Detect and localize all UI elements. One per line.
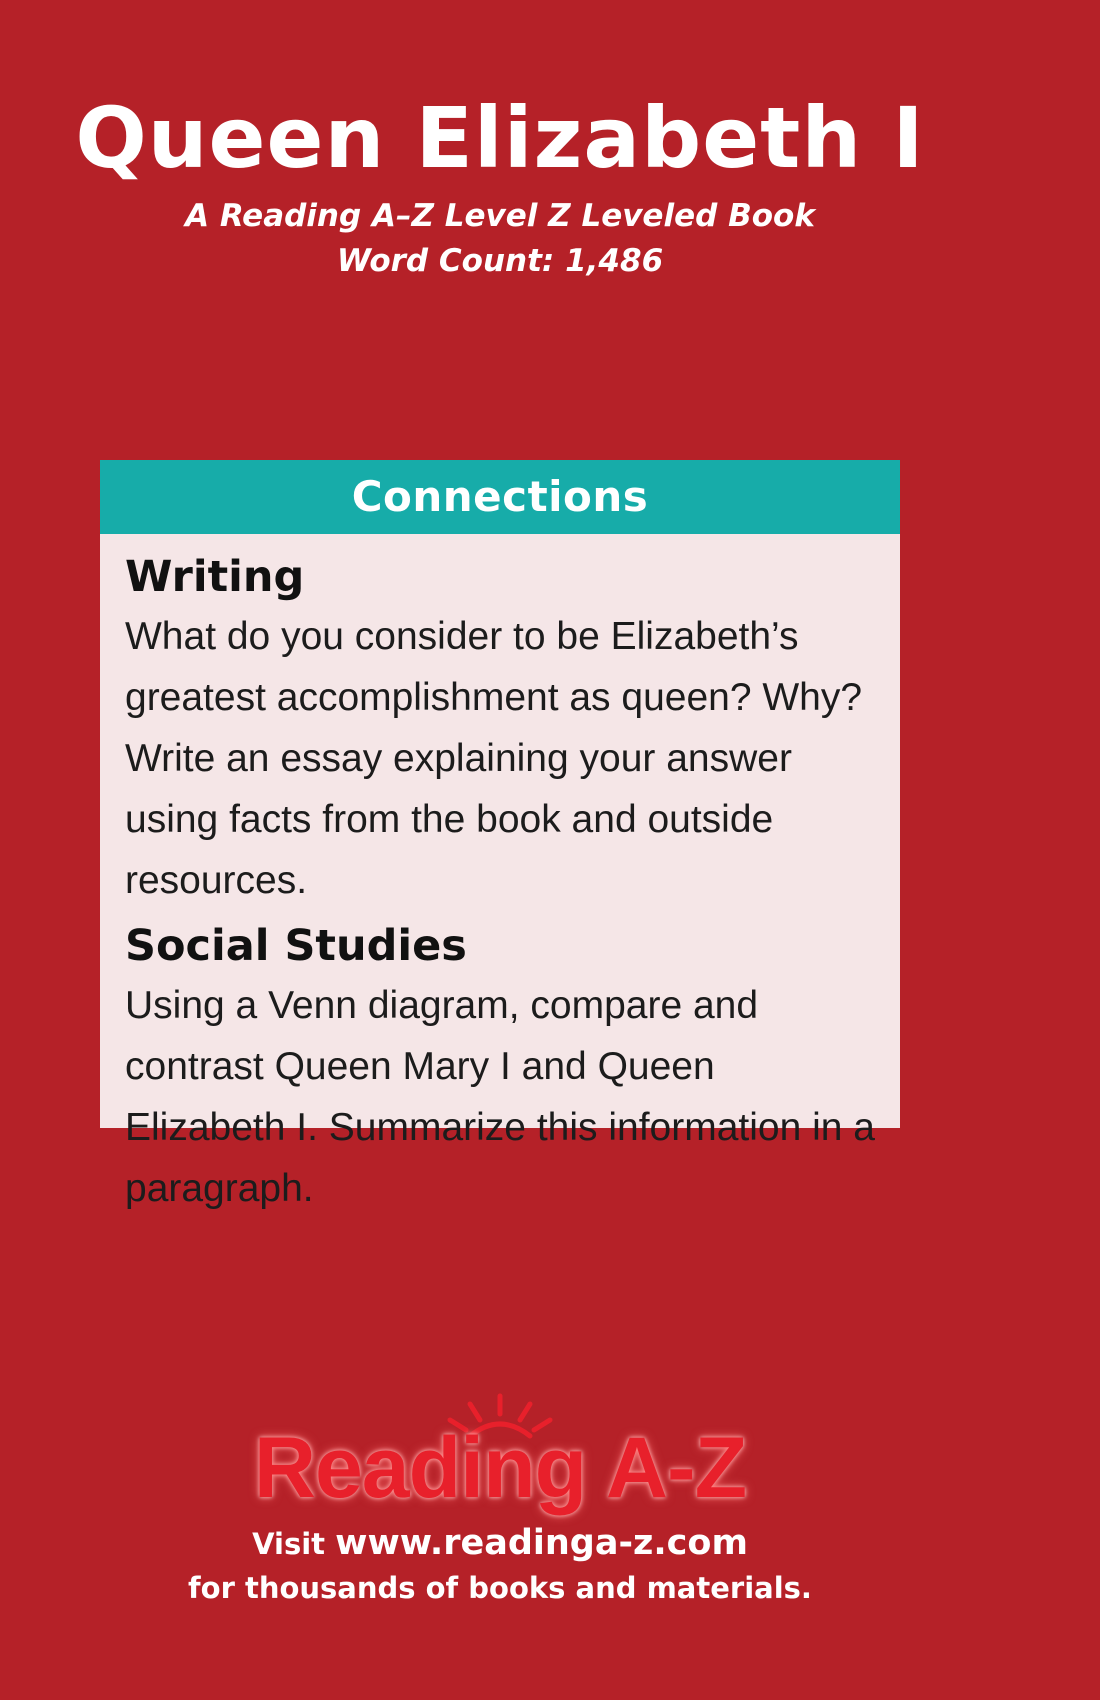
writing-title: Writing [125,552,305,602]
book-title: Queen Elizabeth I [75,89,925,187]
footer-tagline: for thousands of books and materials. [188,1571,812,1605]
connections-body: Writing What do you consider to be Eliza… [100,534,900,1219]
visit-label: Visit [252,1527,326,1561]
word-count: Word Count: 1,486 [336,243,664,279]
connections-panel: Connections Writing What do you consider… [100,460,900,1210]
website-link[interactable]: www.readinga-z.com [335,1523,748,1563]
connections-heading: Connections [100,460,900,534]
social-studies-title: Social Studies [125,921,467,971]
writing-text: What do you consider to be Elizabeth’s g… [125,615,863,902]
book-subtitle: A Reading A–Z Level Z Leveled Book [185,198,815,234]
social-studies-text: Using a Venn diagram, compare and contra… [125,984,875,1210]
visit-line: Visit www.readinga-z.com [0,1522,1000,1565]
logo-wordmark: Reading A-Z [253,1420,747,1516]
